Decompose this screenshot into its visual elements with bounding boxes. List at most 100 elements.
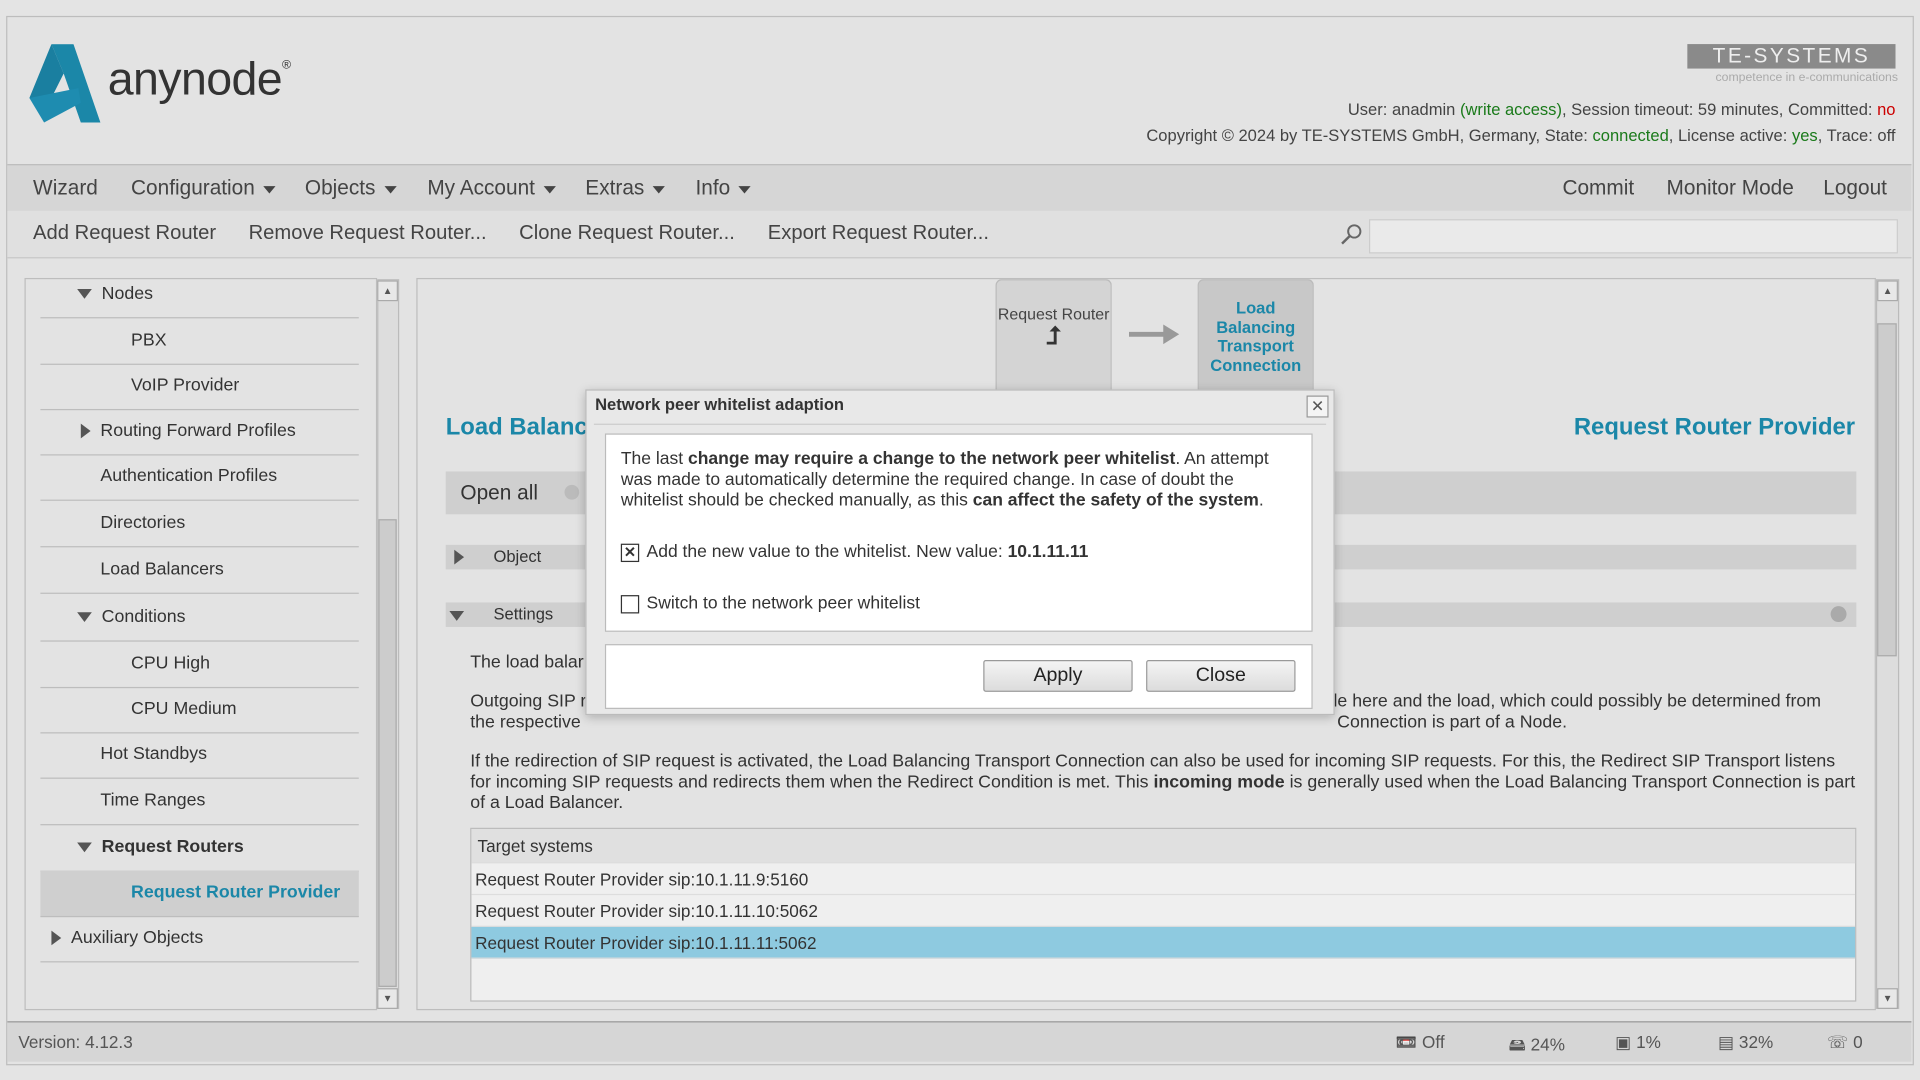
section-object-label: Object xyxy=(493,547,542,566)
apply-button[interactable]: Apply xyxy=(983,660,1133,692)
recording-status: 📼 Off xyxy=(1395,1032,1445,1052)
sidebar-item-request-router-provider[interactable]: Request Router Provider xyxy=(40,870,359,918)
menu-objects[interactable]: Objects xyxy=(305,176,397,200)
sidebar-item-request-routers[interactable]: Request Routers xyxy=(40,825,359,872)
sidebar-item-pbx[interactable]: PBX xyxy=(40,318,359,365)
option-switch-whitelist[interactable]: Switch to the network peer whitelist xyxy=(620,594,920,615)
chevron-down-icon xyxy=(543,185,556,193)
menu-commit[interactable]: Commit xyxy=(1562,176,1634,200)
sidebar-scroll-thumb[interactable] xyxy=(378,519,397,987)
session-info: User: anadmin (write access), Session ti… xyxy=(1347,100,1896,119)
table-header: Target systems xyxy=(471,828,1856,864)
description-p1: The load balar xyxy=(470,652,584,673)
collapsed-icon xyxy=(80,423,91,439)
menu-extras[interactable]: Extras xyxy=(585,176,666,200)
object-title: Request Router Provider xyxy=(1573,413,1856,441)
search-input[interactable] xyxy=(1368,219,1898,254)
collapsed-icon xyxy=(51,930,62,946)
scroll-down-icon[interactable]: ▼ xyxy=(1877,988,1898,1009)
close-button[interactable]: Close xyxy=(1146,660,1296,692)
table-row[interactable]: Request Router Provider sip:10.1.11.10:5… xyxy=(471,895,1856,927)
open-all-button[interactable]: Open all xyxy=(460,481,538,505)
section-settings-label: Settings xyxy=(493,604,554,624)
brand-tagline: competence in e-communications xyxy=(1715,71,1898,85)
disk-status: 🖴 24% xyxy=(1508,1034,1565,1055)
description-p2d: Connection is part of a Node. xyxy=(1337,712,1568,733)
flow-right-label: Load Balancing Transport Connection xyxy=(1210,298,1302,375)
cpu-chip-icon: ▣ xyxy=(1615,1032,1632,1052)
export-request-router-button[interactable]: Export Request Router... xyxy=(768,222,989,245)
sidebar-item-routing-forward-profiles[interactable]: Routing Forward Profiles xyxy=(40,409,359,456)
sidebar-item-authentication-profiles[interactable]: Authentication Profiles xyxy=(40,454,359,501)
sidebar-item-cpu-high[interactable]: CPU High xyxy=(40,642,359,689)
dialog-title: Network peer whitelist adaption xyxy=(595,395,845,414)
cassette-icon: 📼 xyxy=(1395,1032,1418,1052)
sidebar-item-voip-provider[interactable]: VoIP Provider xyxy=(40,364,359,411)
checkbox-checked[interactable]: ✕ xyxy=(620,543,640,562)
te-systems-logo: TE-SYSTEMS xyxy=(1687,44,1896,69)
sidebar-item-hot-standbys[interactable]: Hot Standbys xyxy=(40,732,359,779)
sidebar-item-conditions[interactable]: Conditions xyxy=(40,595,359,642)
sidebar-item-load-balancers[interactable]: Load Balancers xyxy=(40,547,359,594)
sidebar-item-cpu-medium[interactable]: CPU Medium xyxy=(40,687,359,734)
menu-configuration[interactable]: Configuration xyxy=(131,176,276,200)
phone-icon: ☏ xyxy=(1826,1032,1849,1052)
dialog-message: The last change may require a change to … xyxy=(620,449,1269,511)
table-row[interactable]: Request Router Provider sip:10.1.11.9:51… xyxy=(471,863,1856,896)
disabled-icon xyxy=(564,484,580,500)
description-p2a: Outgoing SIP r xyxy=(470,691,587,712)
chevron-down-icon xyxy=(384,185,397,193)
menu-monitor-mode[interactable]: Monitor Mode xyxy=(1667,176,1794,200)
chevron-down-icon xyxy=(652,185,666,193)
description-p2b: le here and the load, which could possib… xyxy=(1333,691,1822,712)
flow-load-balancing[interactable]: Load Balancing Transport Connection xyxy=(1197,279,1314,391)
expanded-icon xyxy=(77,842,92,853)
scroll-down-icon[interactable]: ▼ xyxy=(377,988,398,1009)
page-title: Load Balanc xyxy=(445,413,588,441)
calls-status: ☏ 0 xyxy=(1826,1032,1863,1052)
scroll-up-icon[interactable]: ▲ xyxy=(377,280,398,302)
return-arrow-icon: ⮥ xyxy=(1046,323,1061,351)
target-systems-table: Target systems Request Router Provider s… xyxy=(470,827,1857,1002)
sidebar-item-time-ranges[interactable]: Time Ranges xyxy=(40,779,359,826)
whitelist-dialog: Network peer whitelist adaption ✕ The la… xyxy=(585,389,1335,716)
menu-my-account[interactable]: My Account xyxy=(427,176,556,200)
expanded-icon xyxy=(449,611,465,621)
status-bar: Version: 4.12.3 📼 Off 🖴 24% ▣ 1% ▤ 32% ☏… xyxy=(7,1021,1912,1062)
menu-wizard[interactable]: Wizard xyxy=(33,176,98,200)
scroll-up-icon[interactable]: ▲ xyxy=(1877,280,1898,302)
sidebar-item-nodes[interactable]: Nodes xyxy=(40,272,359,319)
checkbox-unchecked[interactable] xyxy=(620,594,640,614)
chevron-down-icon xyxy=(263,185,276,193)
dialog-buttons: Apply Close xyxy=(604,644,1313,709)
description-p2c: the respective xyxy=(470,712,581,733)
anynode-logo xyxy=(29,44,101,123)
add-request-router-button[interactable]: Add Request Router xyxy=(33,222,216,245)
sidebar-item-auxiliary-objects[interactable]: Auxiliary Objects xyxy=(40,916,359,963)
disabled-icon xyxy=(1830,606,1847,623)
clone-request-router-button[interactable]: Clone Request Router... xyxy=(519,222,735,245)
main-menu: Wizard Configuration Objects My Account … xyxy=(7,164,1912,212)
search-icon xyxy=(1341,224,1362,245)
close-icon[interactable]: ✕ xyxy=(1306,395,1329,418)
dialog-body: The last change may require a change to … xyxy=(604,433,1313,632)
collapsed-icon xyxy=(454,549,465,565)
expanded-icon xyxy=(77,289,92,299)
memory-status: ▤ 32% xyxy=(1717,1032,1774,1052)
remove-request-router-button[interactable]: Remove Request Router... xyxy=(249,222,487,245)
chevron-down-icon xyxy=(738,185,752,193)
table-row-selected[interactable]: Request Router Provider sip:10.1.11.11:5… xyxy=(471,926,1856,959)
main-scroll-thumb[interactable] xyxy=(1877,323,1897,657)
arrow-right-icon xyxy=(1128,324,1180,345)
copyright-info: Copyright © 2024 by TE-SYSTEMS GmbH, Ger… xyxy=(1146,126,1896,145)
version-label: Version: 4.12.3 xyxy=(18,1032,133,1052)
menu-logout[interactable]: Logout xyxy=(1823,176,1887,200)
option-add-value[interactable]: ✕ Add the new value to the whitelist. New… xyxy=(620,542,1088,563)
sidebar-item-directories[interactable]: Directories xyxy=(40,501,359,548)
menu-info[interactable]: Info xyxy=(696,176,752,200)
description-p3: If the redirection of SIP request is act… xyxy=(470,751,1856,814)
hard-drive-icon: 🖴 xyxy=(1508,1034,1526,1055)
cpu-status: ▣ 1% xyxy=(1615,1032,1661,1052)
flow-request-router[interactable]: Request Router ⮥ xyxy=(995,279,1112,391)
flow-left-label: Request Router xyxy=(997,304,1110,324)
